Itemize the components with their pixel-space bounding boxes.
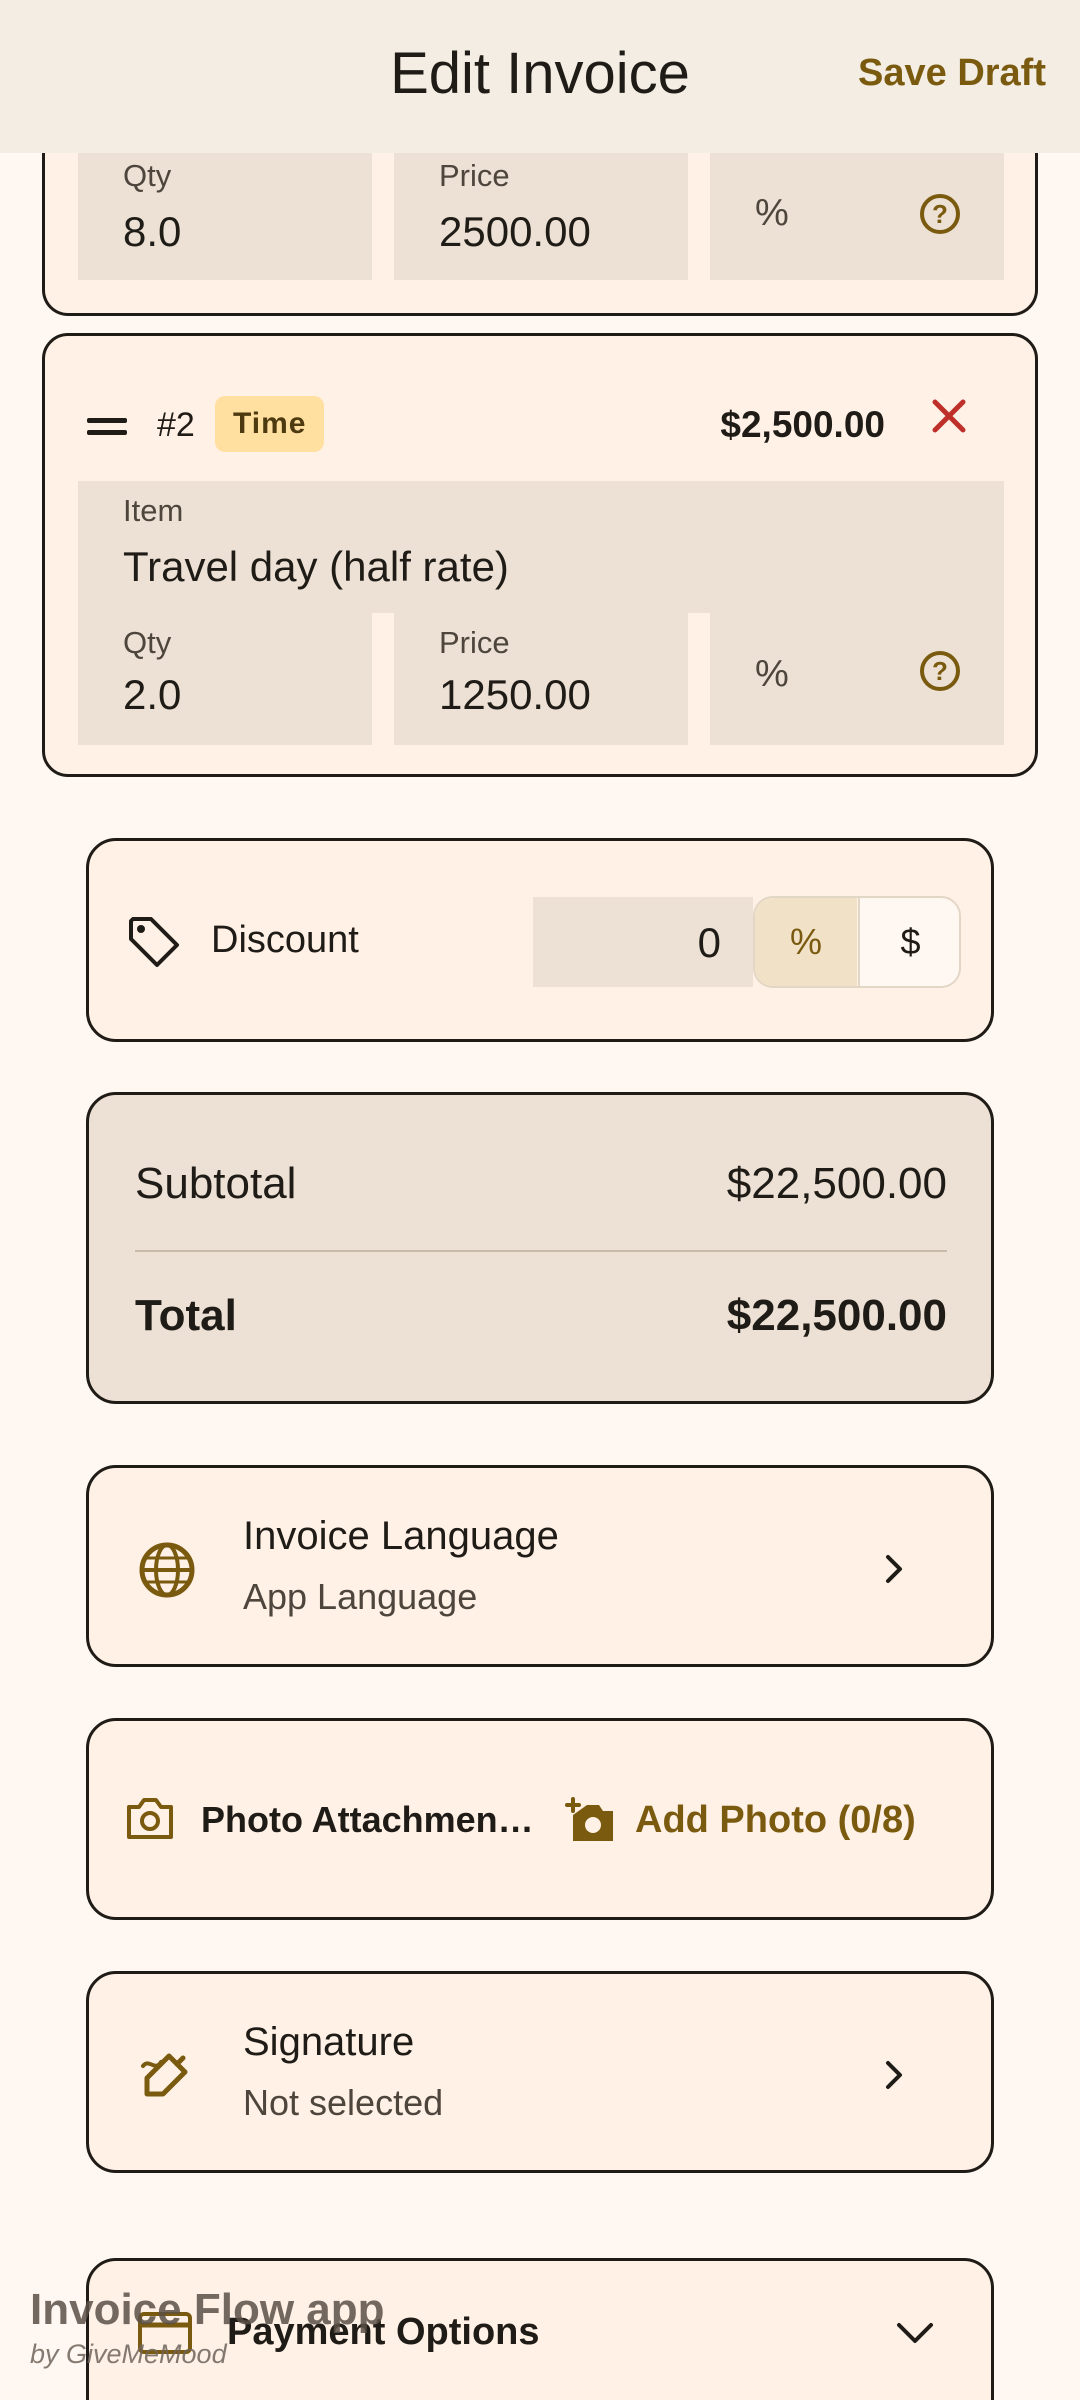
invoice-language-row[interactable]: Invoice Language App Language xyxy=(86,1465,994,1667)
delete-icon[interactable] xyxy=(929,396,969,436)
discount-card: Discount 0 % $ xyxy=(86,838,994,1042)
tag-icon xyxy=(129,917,179,967)
save-draft-button[interactable]: Save Draft xyxy=(858,52,1046,95)
chevron-right-icon xyxy=(886,1555,902,1583)
item-name-field[interactable]: Item Travel day (half rate) xyxy=(78,481,1004,613)
toggle-dollar[interactable]: $ xyxy=(858,898,959,986)
price-label: Price xyxy=(439,625,510,660)
watermark-subtitle: by GiveMeMood xyxy=(30,2339,227,2369)
field-gap xyxy=(688,613,710,745)
qty-value: 8.0 xyxy=(123,208,182,255)
item-value: Travel day (half rate) xyxy=(123,543,509,590)
help-icon[interactable]: ? xyxy=(920,651,960,691)
discount-type-toggle: % $ xyxy=(753,896,961,988)
discount-input[interactable]: 0 xyxy=(533,897,753,987)
field-gap xyxy=(372,613,394,745)
signature-icon xyxy=(141,2053,188,2097)
signature-subtitle: Not selected xyxy=(243,2082,444,2123)
help-icon[interactable]: ? xyxy=(920,194,960,234)
watermark-title: Invoice Flow app xyxy=(30,2285,385,2334)
subtotal-label: Subtotal xyxy=(135,1159,297,1208)
total-value: $22,500.00 xyxy=(726,1291,947,1340)
photo-attachments-card: Photo Attachmen… Add Photo (0/8) xyxy=(86,1718,994,1920)
item-number: #2 xyxy=(157,406,195,444)
type-badge: Time xyxy=(215,396,325,452)
subtotal-value: $22,500.00 xyxy=(726,1159,947,1208)
signature-row[interactable]: Signature Not selected xyxy=(86,1971,994,2173)
price-value: 1250.00 xyxy=(439,671,591,718)
price-field[interactable]: Price 1250.00 xyxy=(394,613,688,745)
discount-field[interactable]: % ? xyxy=(710,613,1004,745)
globe-icon xyxy=(139,1542,195,1598)
total-label: Total xyxy=(135,1291,237,1340)
totals-card: Subtotal $22,500.00 Total $22,500.00 xyxy=(86,1092,994,1404)
qty-label: Qty xyxy=(123,625,172,660)
signature-title: Signature xyxy=(243,2020,415,2064)
toggle-percent[interactable]: % xyxy=(755,898,857,986)
watermark: Invoice Flow app by GiveMeMood xyxy=(30,2285,385,2370)
top-app-bar: Edit Invoice Save Draft xyxy=(0,0,1080,153)
language-subtitle: App Language xyxy=(243,1576,478,1617)
discount-label: Discount xyxy=(211,919,359,961)
chevron-down-icon xyxy=(897,2323,933,2343)
language-title: Invoice Language xyxy=(243,1514,559,1558)
drag-handle-icon[interactable] xyxy=(87,418,127,438)
camera-icon xyxy=(127,1798,173,1839)
discount-value: 0 xyxy=(697,919,721,966)
qty-value: 2.0 xyxy=(123,671,182,718)
add-photo-icon xyxy=(565,1797,613,1841)
chevron-right-icon xyxy=(886,2061,902,2089)
add-photo-button[interactable]: Add Photo (0/8) xyxy=(565,1781,945,1861)
qty-field[interactable]: Qty 2.0 xyxy=(78,613,372,745)
item-amount: $2,500.00 xyxy=(720,404,885,445)
percent-label: % xyxy=(755,653,789,695)
item-label: Item xyxy=(123,493,184,528)
add-photo-label: Add Photo (0/8) xyxy=(635,1799,916,1841)
divider xyxy=(135,1250,947,1252)
price-value: 2500.00 xyxy=(439,208,591,255)
price-label: Price xyxy=(439,158,510,193)
photo-title: Photo Attachmen… xyxy=(201,1799,534,1840)
qty-label: Qty xyxy=(123,158,172,193)
line-item-card-2: #2 Time $2,500.00 Item Travel day (half … xyxy=(42,333,1038,777)
percent-label: % xyxy=(755,192,789,234)
